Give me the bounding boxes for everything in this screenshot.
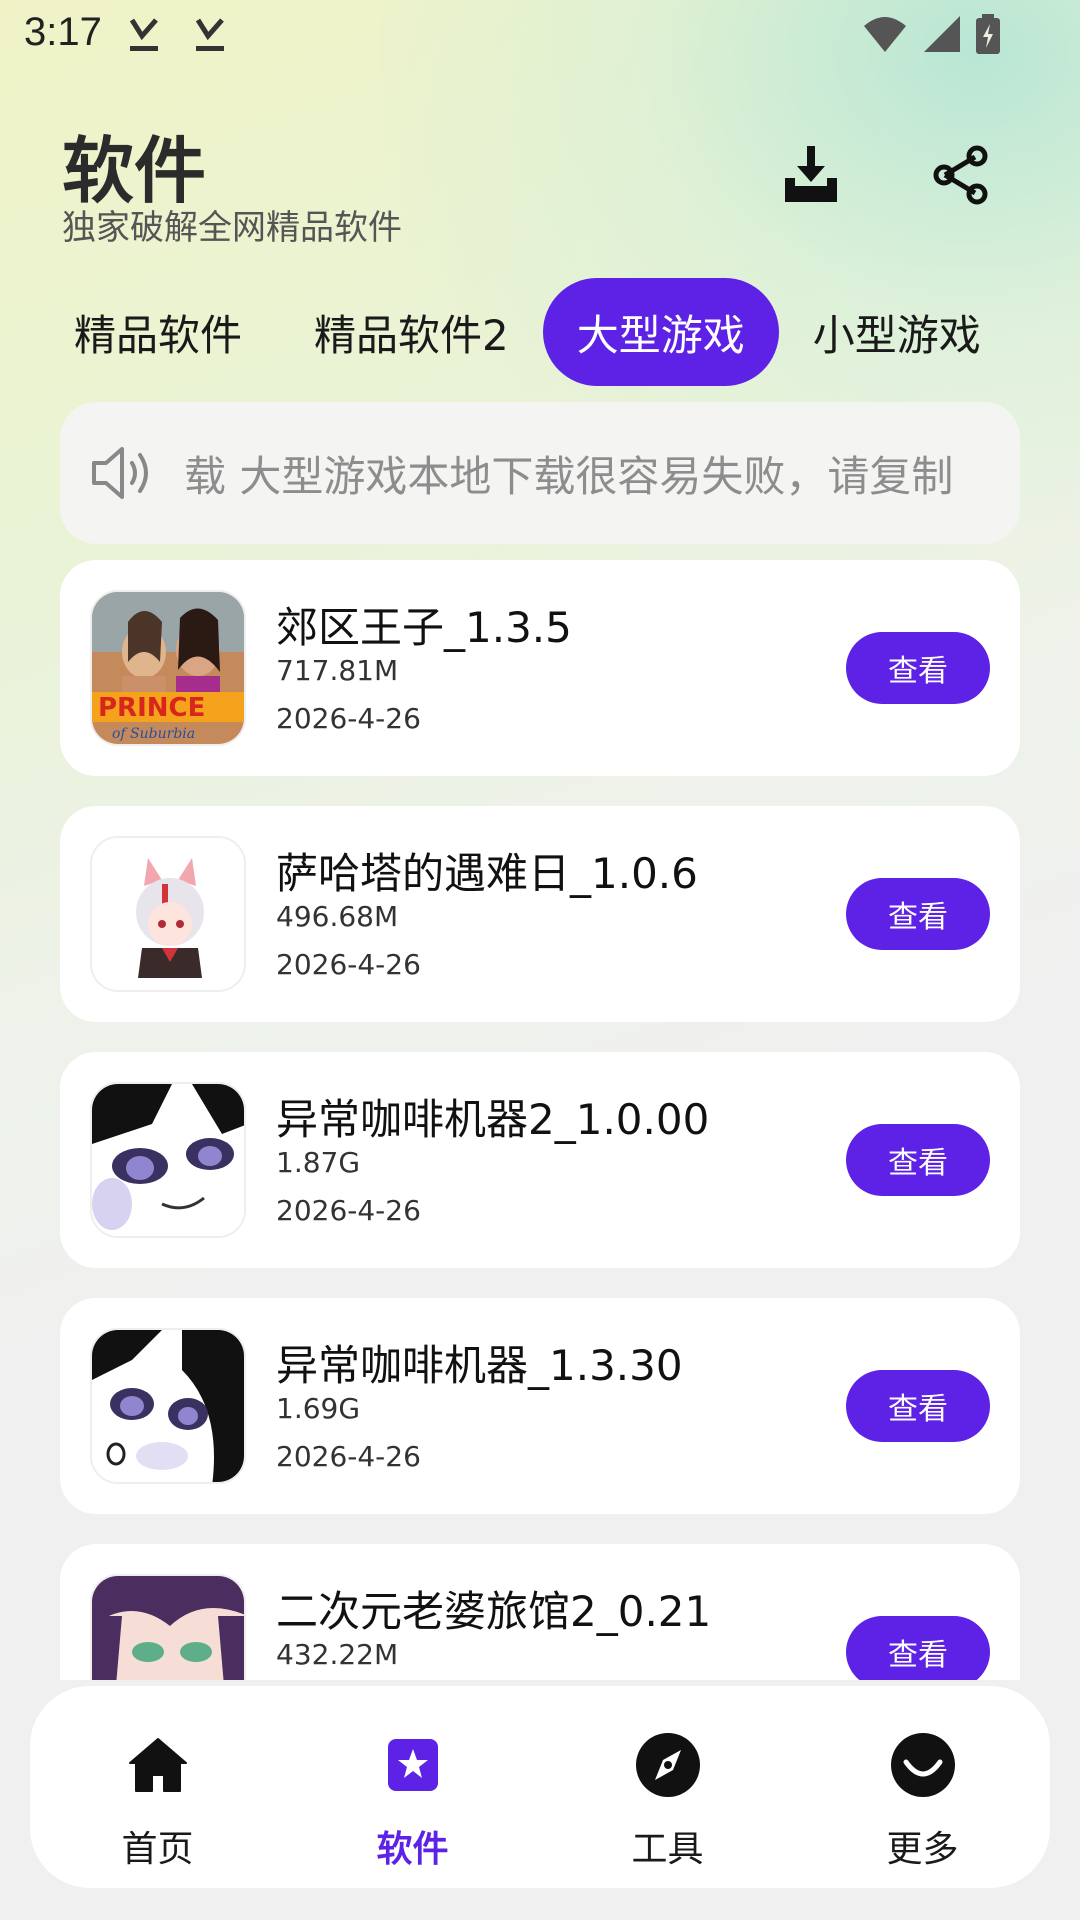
status-indicators	[862, 14, 1000, 54]
list-item[interactable]: PRINCE of Suburbia 郊区王子_1.3.5 717.81M 20…	[60, 560, 1020, 776]
battery-charging-icon	[976, 14, 1000, 54]
nav-more[interactable]: 更多	[795, 1686, 1050, 1888]
notice-text: 载 大型游戏本地下载很容易失败，请复制	[184, 451, 954, 501]
app-icon	[90, 1328, 246, 1484]
app-size: 496.68M	[276, 900, 399, 933]
app-size: 1.69G	[276, 1392, 361, 1425]
app-date: 2026-4-26	[276, 1194, 421, 1227]
app-name: 异常咖啡机器2_1.0.00	[276, 1095, 710, 1144]
bottom-nav: 首页 软件 工具 更多	[30, 1686, 1050, 1888]
nav-label: 软件	[376, 1829, 449, 1870]
app-icon	[90, 1082, 246, 1238]
star-badge-icon	[380, 1732, 446, 1798]
smile-icon	[890, 1732, 956, 1798]
tab-premium-software[interactable]: 精品软件	[40, 278, 276, 386]
home-icon	[125, 1732, 191, 1798]
app-icon	[90, 1574, 246, 1680]
nav-label: 工具	[631, 1829, 704, 1870]
wifi-icon	[864, 17, 906, 52]
status-bar: 3:17	[0, 0, 1080, 72]
share-icon	[933, 145, 988, 205]
tab-small-games[interactable]: 小型游戏	[779, 278, 1015, 386]
nav-label: 更多	[886, 1829, 959, 1870]
app-icon	[90, 836, 246, 992]
view-button[interactable]: 查看	[846, 1616, 990, 1680]
compass-icon	[635, 1732, 701, 1798]
view-button[interactable]: 查看	[846, 878, 990, 950]
download-done-icon	[126, 16, 162, 56]
view-button[interactable]: 查看	[846, 632, 990, 704]
notice-banner: 载 大型游戏本地下载很容易失败，请复制	[60, 402, 1020, 544]
download-button[interactable]	[776, 140, 846, 210]
view-button[interactable]: 查看	[846, 1370, 990, 1442]
app-name: 异常咖啡机器_1.3.30	[276, 1341, 683, 1390]
tab-premium-software-2[interactable]: 精品软件2	[280, 278, 543, 386]
app-name: 郊区王子_1.3.5	[276, 603, 572, 652]
status-time: 3:17	[24, 10, 102, 54]
app-name: 二次元老婆旅馆2_0.21	[276, 1587, 712, 1636]
app-list[interactable]: PRINCE of Suburbia 郊区王子_1.3.5 717.81M 20…	[0, 560, 1080, 1680]
app-date: 2026-4-26	[276, 948, 421, 981]
app-name: 萨哈塔的遇难日_1.0.6	[276, 849, 698, 898]
app-date: 2026-4-26	[276, 1440, 421, 1473]
download-icon	[785, 146, 837, 202]
nav-label: 首页	[121, 1829, 194, 1870]
share-button[interactable]	[926, 140, 996, 210]
app-icon: PRINCE of Suburbia	[90, 590, 246, 746]
signal-icon	[924, 16, 960, 52]
list-item[interactable]: 异常咖啡机器_1.3.30 1.69G 2026-4-26 查看	[60, 1298, 1020, 1514]
download-done-icon	[192, 16, 228, 56]
list-item[interactable]: 二次元老婆旅馆2_0.21 432.22M 2026-4-26 查看	[60, 1544, 1020, 1680]
app-size: 1.87G	[276, 1146, 361, 1179]
svg-text:of Suburbia: of Suburbia	[112, 726, 195, 742]
list-item[interactable]: 萨哈塔的遇难日_1.0.6 496.68M 2026-4-26 查看	[60, 806, 1020, 1022]
speaker-icon	[92, 447, 148, 499]
list-item[interactable]: 异常咖啡机器2_1.0.00 1.87G 2026-4-26 查看	[60, 1052, 1020, 1268]
nav-tools[interactable]: 工具	[540, 1686, 795, 1888]
app-size: 432.22M	[276, 1638, 399, 1671]
svg-text:PRINCE: PRINCE	[98, 693, 205, 723]
view-button[interactable]: 查看	[846, 1124, 990, 1196]
app-date: 2026-4-26	[276, 702, 421, 735]
nav-software[interactable]: 软件	[285, 1686, 540, 1888]
tab-large-games[interactable]: 大型游戏	[542, 278, 779, 386]
nav-home[interactable]: 首页	[30, 1686, 285, 1888]
page-subtitle: 独家破解全网精品软件	[62, 208, 402, 248]
category-tabs: 精品软件 精品软件2 大型游戏 小型游戏	[40, 278, 1050, 386]
app-size: 717.81M	[276, 654, 399, 687]
